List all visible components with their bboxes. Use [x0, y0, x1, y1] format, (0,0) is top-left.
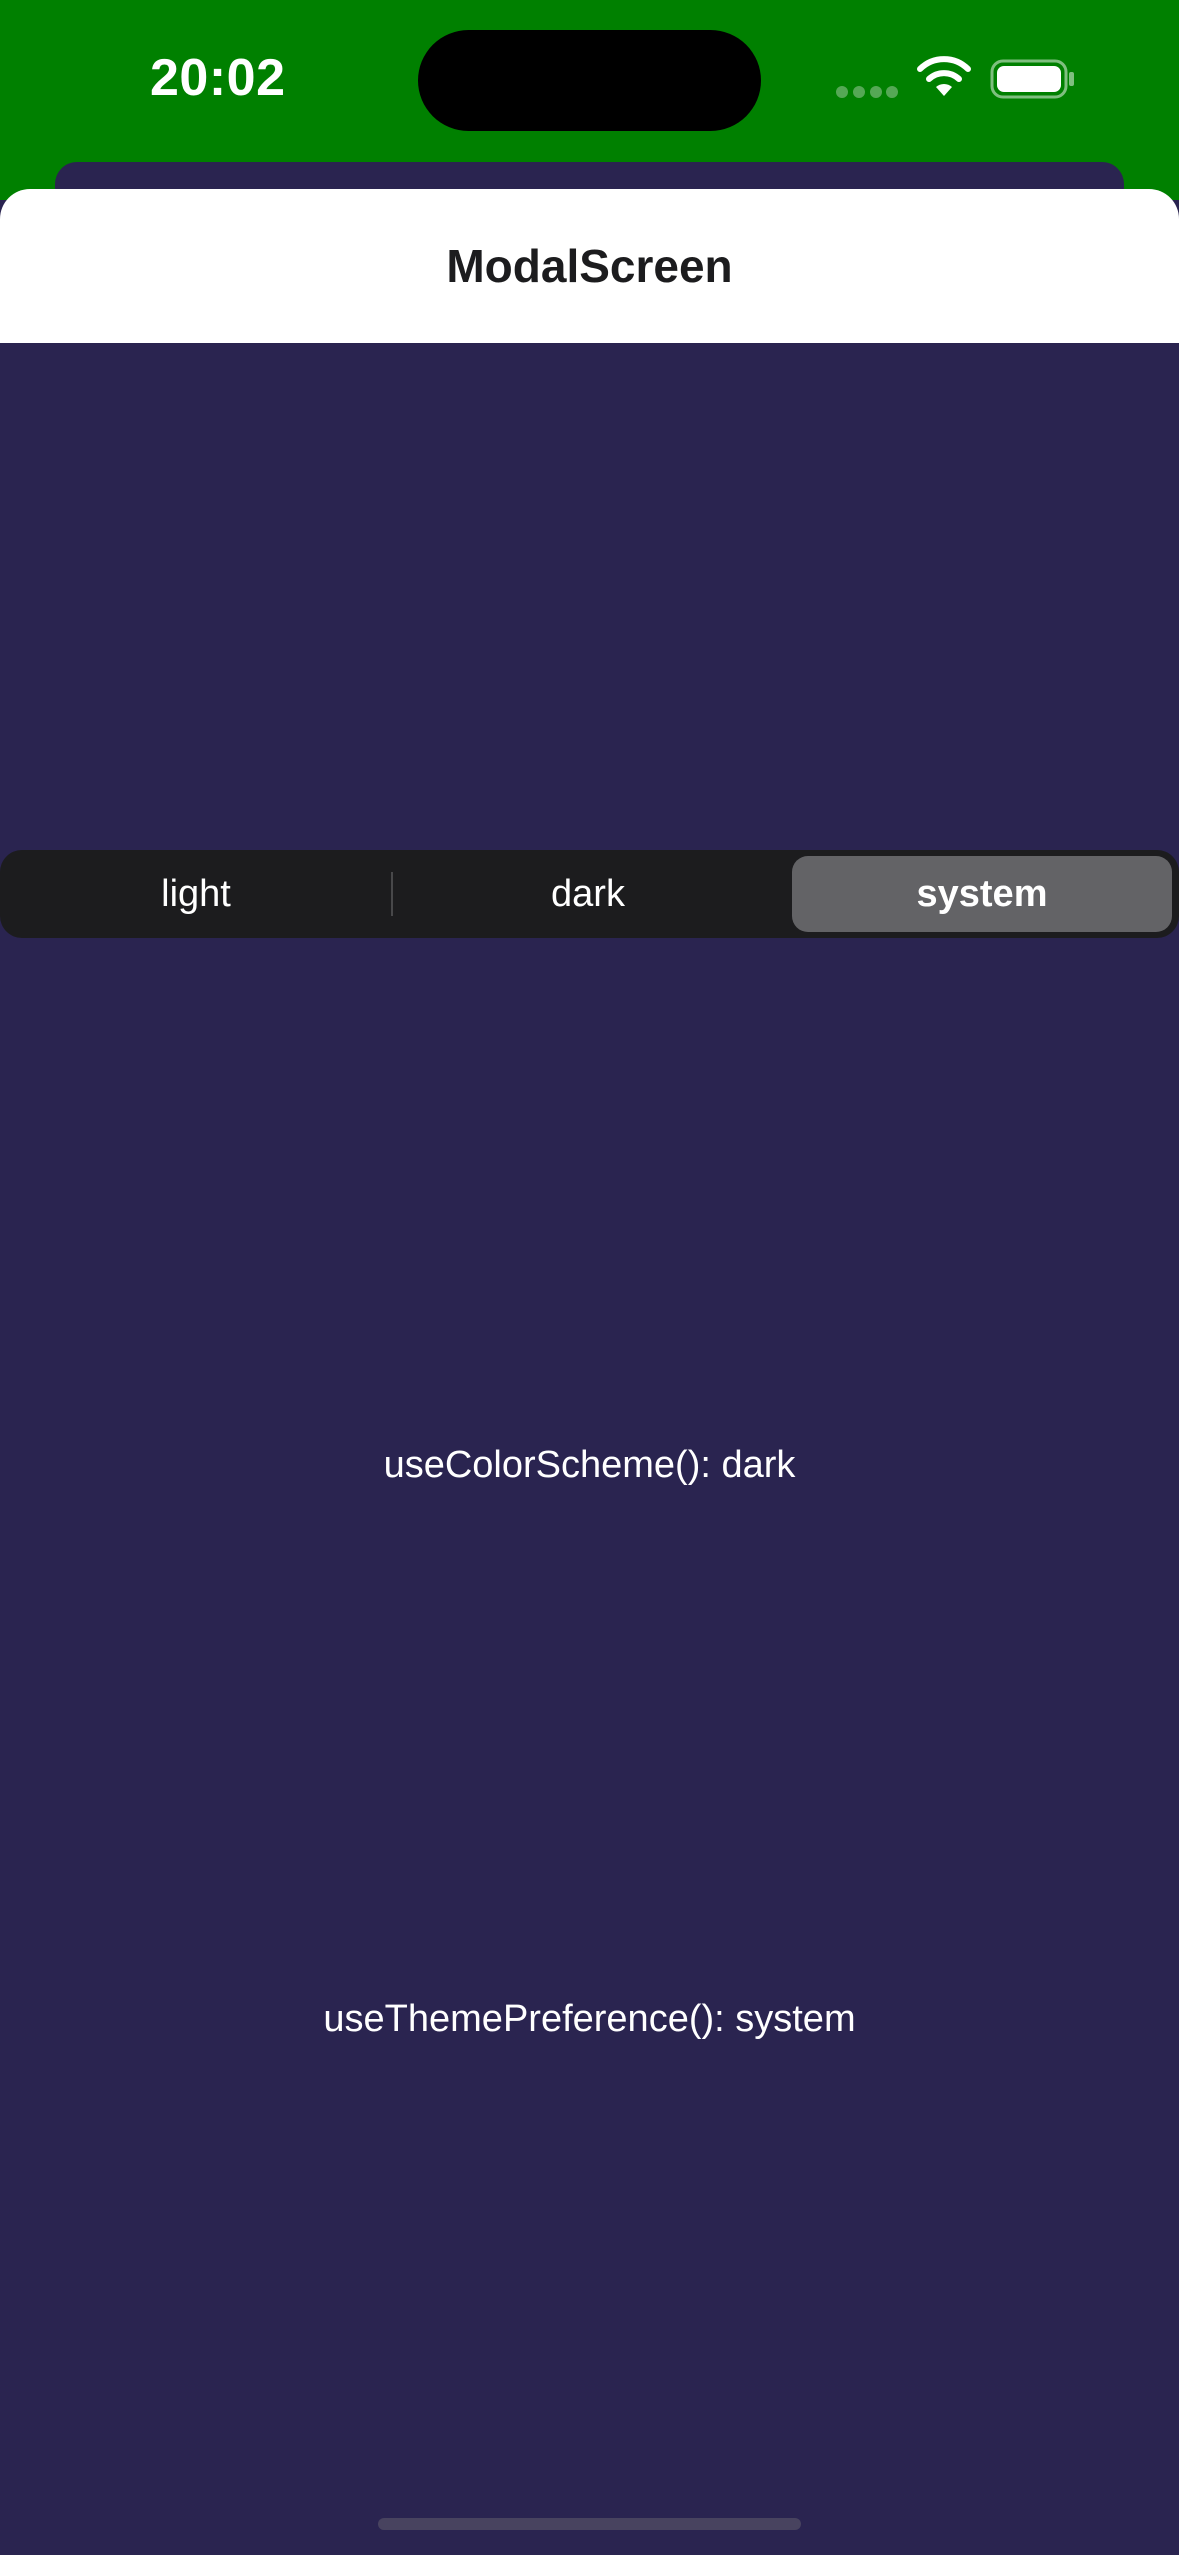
- segment-system[interactable]: system: [792, 856, 1172, 932]
- battery-icon: [990, 59, 1076, 99]
- wifi-icon: [916, 56, 972, 98]
- dynamic-island: [418, 30, 761, 131]
- modal-header: ModalScreen: [0, 189, 1179, 343]
- theme-segmented-control[interactable]: light dark system: [0, 850, 1179, 938]
- segment-dark[interactable]: dark: [392, 850, 784, 938]
- cellular-signal-icon: [836, 86, 898, 98]
- status-time: 20:02: [150, 49, 286, 107]
- page-title: ModalScreen: [446, 240, 733, 292]
- color-scheme-text: useColorScheme(): dark: [383, 1444, 796, 1486]
- screen: 20:02 ModalScreen light dark system useC…: [0, 0, 1179, 2555]
- theme-preference-text: useThemePreference(): system: [323, 1998, 856, 2040]
- segment-light[interactable]: light: [0, 850, 392, 938]
- home-indicator[interactable]: [378, 2518, 801, 2530]
